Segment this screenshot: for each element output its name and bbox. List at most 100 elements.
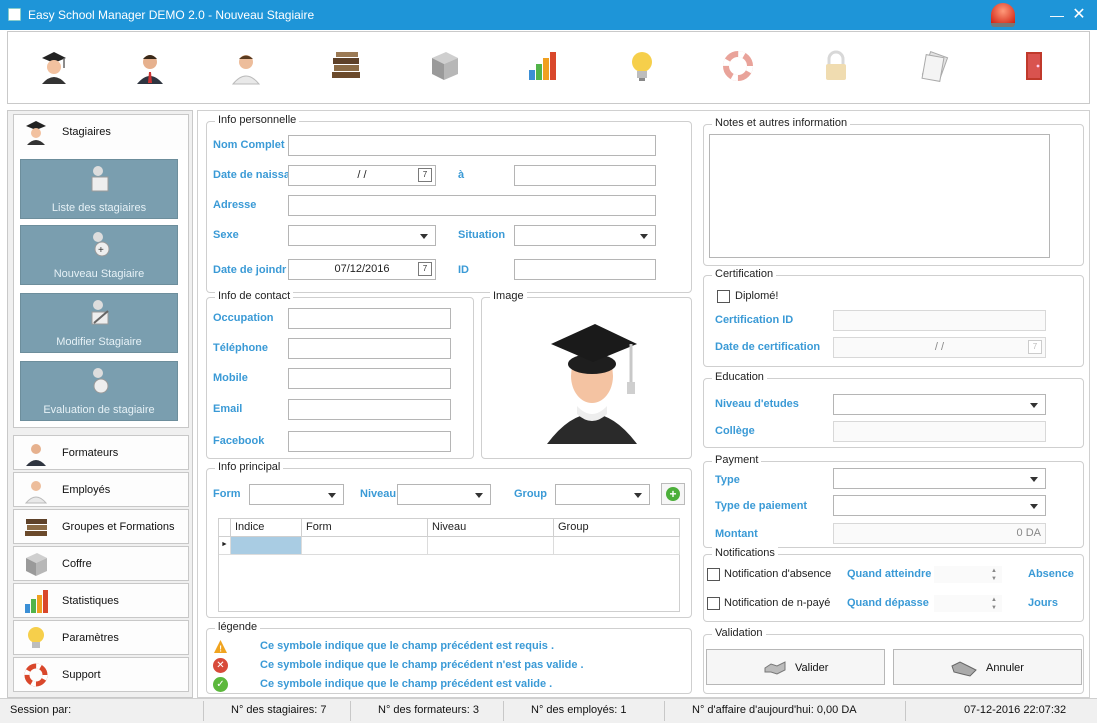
validation-group: Validation Valider Annuler <box>703 627 1084 694</box>
montant-input[interactable]: 0 DA <box>833 523 1046 544</box>
college-input[interactable] <box>833 421 1046 442</box>
column-header-group[interactable]: Group <box>554 519 680 537</box>
diplome-checkbox[interactable] <box>717 290 730 303</box>
adresse-input[interactable] <box>288 195 656 216</box>
safe-icon[interactable] <box>424 46 464 86</box>
sub-button-nouveau-stagiaire[interactable]: + Nouveau Stagiaire <box>20 225 178 285</box>
groups-table[interactable]: Indice Form Niveau Group ► <box>218 518 680 612</box>
table-cell[interactable] <box>302 537 428 555</box>
type-paiement-label: Type de paiement <box>715 500 808 512</box>
calendar-icon[interactable]: 7 <box>418 262 432 276</box>
add-button[interactable]: + <box>661 483 685 505</box>
stagiaires-group: Stagiaires Liste des stagiaires + Nouvea… <box>13 114 189 428</box>
table-cell[interactable] <box>231 537 302 555</box>
alarm-icon[interactable] <box>991 3 1015 27</box>
notes-textarea[interactable] <box>709 134 1050 258</box>
certification-date-picker[interactable]: / /7 <box>833 337 1046 358</box>
teacher-icon[interactable] <box>130 46 170 86</box>
calendar-icon[interactable]: 7 <box>1028 340 1042 354</box>
calendar-icon[interactable]: 7 <box>418 168 432 182</box>
exit-door-icon[interactable] <box>1014 46 1054 86</box>
education-group: Education Niveau d'etudes Collège <box>703 371 1084 448</box>
documents-icon[interactable] <box>914 46 954 86</box>
minimize-icon[interactable]: — <box>1047 5 1067 25</box>
birthplace-label: à <box>458 169 465 181</box>
absence-unit-label: Absence <box>1028 568 1074 580</box>
info-contact-group: Info de contact Occupation Téléphone Mob… <box>206 290 474 459</box>
title-bar: Easy School Manager DEMO 2.0 - Nouveau S… <box>0 0 1097 30</box>
group-select[interactable] <box>555 484 650 505</box>
certification-group: Certification Diplomé! Certification ID … <box>703 268 1084 367</box>
email-field[interactable] <box>288 399 451 420</box>
mobile-input[interactable] <box>288 368 451 389</box>
table-cell[interactable] <box>428 537 554 555</box>
sidebar-item-groupes-formations[interactable]: Groupes et Formations <box>13 509 189 544</box>
sidebar-item-support[interactable]: Support <box>13 657 189 692</box>
telephone-label: Téléphone <box>213 342 269 354</box>
lifebuoy-icon <box>24 663 48 687</box>
lock-icon[interactable] <box>816 46 856 86</box>
telephone-input[interactable] <box>288 338 451 359</box>
sexe-select[interactable] <box>288 225 436 246</box>
payment-type-select[interactable] <box>833 468 1046 489</box>
college-label: Collège <box>715 425 755 437</box>
id-input[interactable] <box>514 259 656 280</box>
add-user-icon: + <box>93 232 110 257</box>
sidebar-item-employes[interactable]: Employés <box>13 472 189 507</box>
situation-select[interactable] <box>514 225 656 246</box>
edit-user-icon <box>91 300 109 325</box>
sub-button-modifier-stagiaire[interactable]: Modifier Stagiaire <box>20 293 178 353</box>
status-employes-count: N° des employés: 1 <box>531 704 627 716</box>
notification-absence-checkbox[interactable] <box>707 568 720 581</box>
books-icon[interactable] <box>326 46 366 86</box>
chart-icon[interactable] <box>522 46 562 86</box>
birthplace-input[interactable] <box>514 165 656 186</box>
bulb-icon[interactable] <box>622 46 662 86</box>
valider-button[interactable]: Valider <box>706 649 885 685</box>
type-paiement-select[interactable] <box>833 495 1046 516</box>
status-affaire-today: N° d'affaire d'aujourd'hui: 0,00 DA <box>692 704 857 716</box>
occupation-input[interactable] <box>288 308 451 329</box>
npaye-threshold-stepper[interactable] <box>933 594 1003 613</box>
sidebar-item-statistiques[interactable]: Statistiques <box>13 583 189 618</box>
sidebar-item-label: Stagiaires <box>62 126 111 138</box>
sub-button-liste-stagiaires[interactable]: Liste des stagiaires <box>20 159 178 219</box>
column-header-indice[interactable]: Indice <box>231 519 302 537</box>
status-session: Session par: <box>10 704 72 716</box>
sidebar-item-coffre[interactable]: Coffre <box>13 546 189 581</box>
table-cell[interactable] <box>554 537 680 555</box>
column-header-niveau[interactable]: Niveau <box>428 519 554 537</box>
employee-icon[interactable] <box>226 46 266 86</box>
sidebar-item-stagiaires[interactable]: Stagiaires <box>14 115 188 150</box>
status-separator <box>503 701 504 721</box>
absence-threshold-stepper[interactable] <box>933 565 1003 584</box>
certification-date-label: Date de certification <box>715 341 821 353</box>
form-select[interactable] <box>249 484 344 505</box>
niveau-select[interactable] <box>397 484 491 505</box>
invalid-icon: ✕ <box>213 658 228 673</box>
student-avatar[interactable] <box>537 314 647 444</box>
main-form: Info personnelle Nom Complet Date de nai… <box>197 110 1090 698</box>
window-title: Easy School Manager DEMO 2.0 - Nouveau S… <box>28 8 315 22</box>
certification-id-input[interactable] <box>833 310 1046 331</box>
image-group: Image <box>481 290 692 459</box>
status-formateurs-count: N° des formateurs: 3 <box>378 704 479 716</box>
notification-npaye-checkbox[interactable] <box>707 597 720 610</box>
facebook-label: Facebook <box>213 435 265 447</box>
close-icon[interactable]: ✕ <box>1069 5 1089 25</box>
column-header-form[interactable]: Form <box>302 519 428 537</box>
annuler-button[interactable]: Annuler <box>893 649 1082 685</box>
lifebuoy-icon[interactable] <box>718 46 758 86</box>
facebook-input[interactable] <box>288 431 451 452</box>
dob-date-picker[interactable]: / /7 <box>288 165 436 186</box>
join-date-picker[interactable]: 07/12/2016 7 <box>288 259 436 280</box>
graduate-icon[interactable] <box>34 46 74 86</box>
occupation-label: Occupation <box>213 312 274 324</box>
niveau-etudes-select[interactable] <box>833 394 1046 415</box>
nom-input[interactable] <box>288 135 656 156</box>
legend-invalid-text: Ce symbole indique que le champ précéden… <box>260 659 584 671</box>
sub-button-evaluation-stagiaire[interactable]: Evaluation de stagiaire <box>20 361 178 421</box>
npaye-condition-label: Quand dépasse <box>847 597 929 609</box>
sidebar-item-parametres[interactable]: Paramètres <box>13 620 189 655</box>
sidebar-item-formateurs[interactable]: Formateurs <box>13 435 189 470</box>
